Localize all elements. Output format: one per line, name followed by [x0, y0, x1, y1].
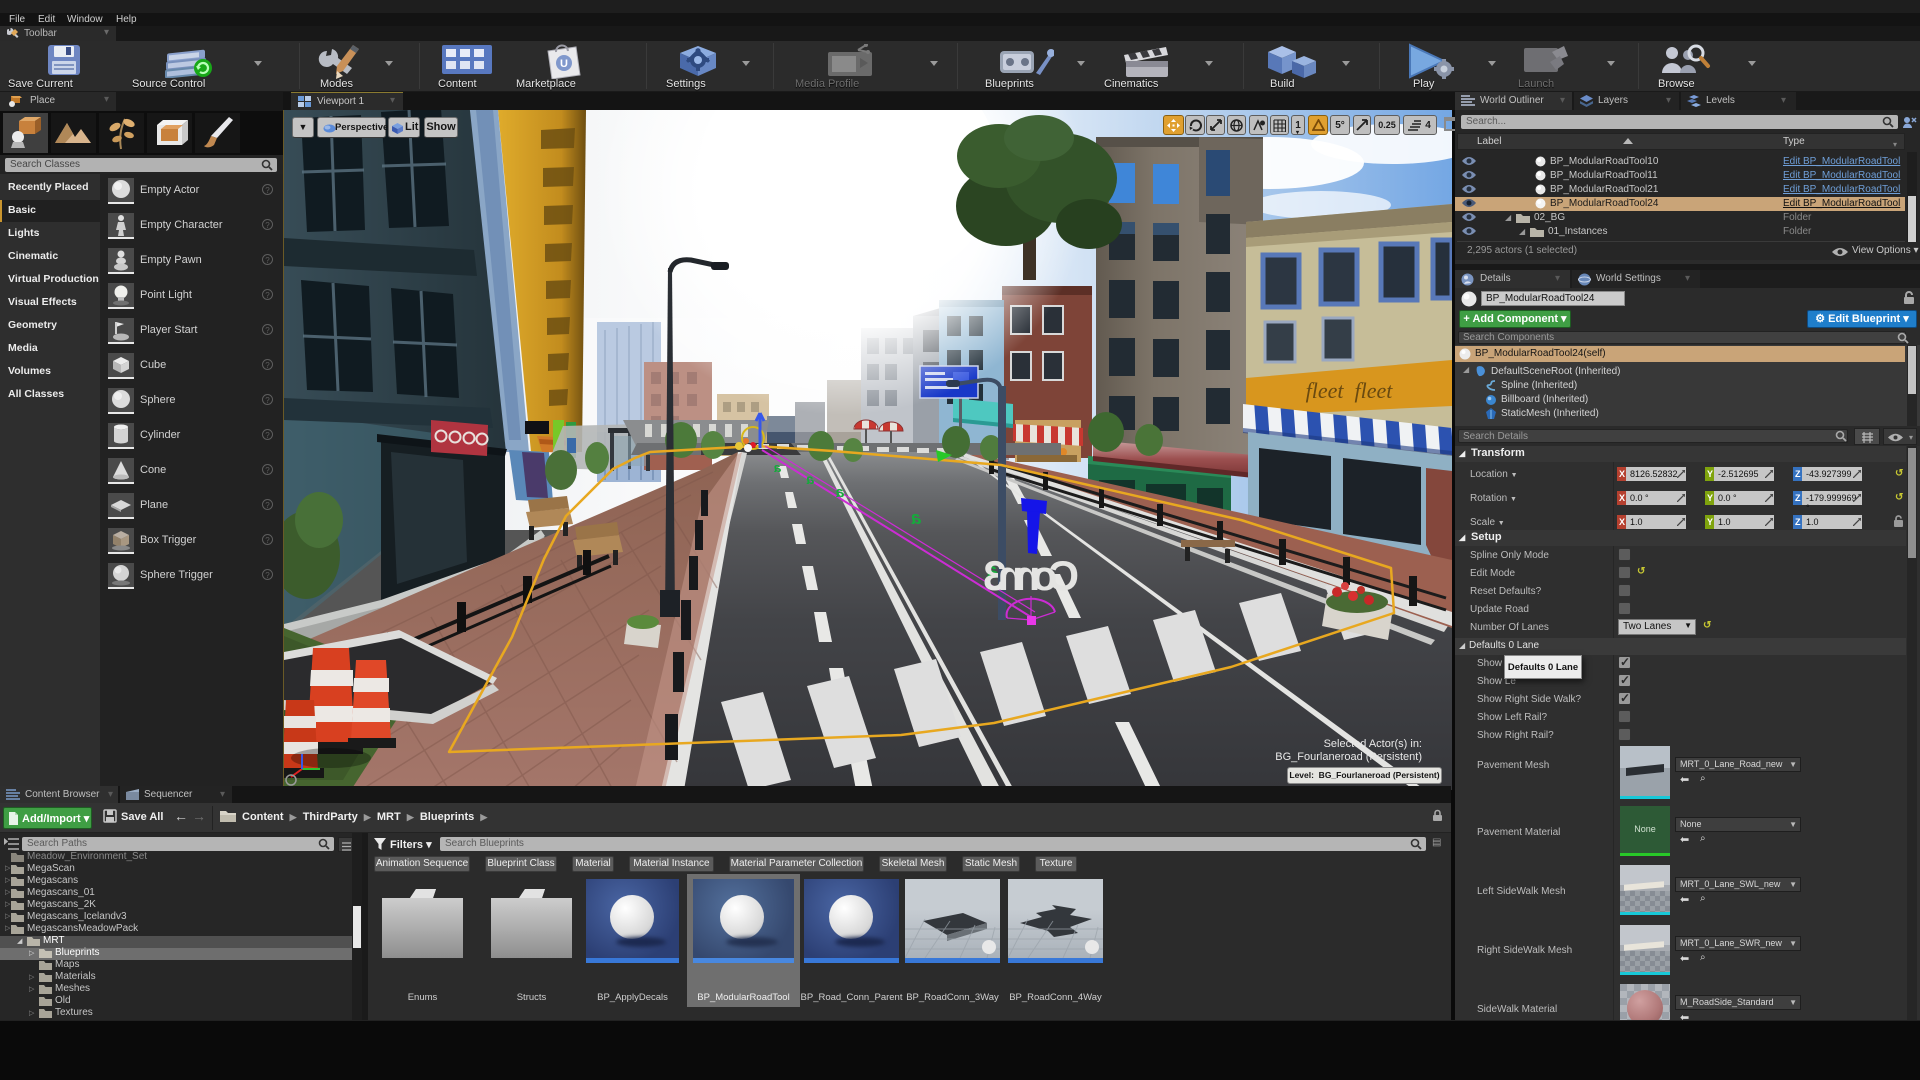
- svg-text:a: a: [911, 508, 921, 528]
- svg-text:a: a: [836, 484, 844, 501]
- svg-text:a: a: [774, 460, 781, 475]
- svg-text:a: a: [806, 471, 814, 487]
- svg-text:Conn3: Conn3: [983, 552, 1079, 599]
- svg-text:fleet fleet: fleet fleet: [1300, 378, 1398, 403]
- svg-text:U: U: [560, 58, 568, 70]
